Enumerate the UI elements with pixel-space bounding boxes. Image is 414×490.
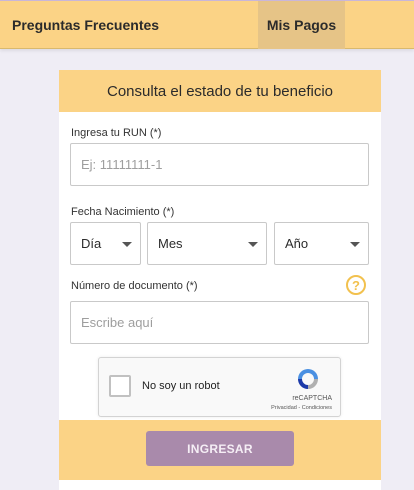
- document-number-field: [70, 301, 369, 344]
- recaptcha-widget: No soy un robot reCAPTCHA Privacidad - C…: [98, 357, 341, 417]
- recaptcha-privacy-links[interactable]: Privacidad - Condiciones: [99, 405, 332, 411]
- recaptcha-checkbox[interactable]: [109, 375, 131, 397]
- document-number-label: Número de documento (*): [71, 280, 198, 292]
- chevron-down-icon: [248, 242, 258, 247]
- top-navbar: Preguntas Frecuentes Mis Pagos: [0, 0, 414, 49]
- benefit-form-card: Consulta el estado de tu beneficio Ingre…: [59, 70, 381, 490]
- day-select-value: Día: [81, 236, 102, 251]
- chevron-down-icon: [122, 242, 132, 247]
- month-select[interactable]: Mes: [147, 222, 267, 265]
- year-select[interactable]: Año: [274, 222, 369, 265]
- run-label: Ingresa tu RUN (*): [71, 127, 162, 139]
- run-input[interactable]: [71, 144, 368, 185]
- document-number-input[interactable]: [71, 302, 368, 343]
- month-select-value: Mes: [158, 236, 183, 251]
- day-select[interactable]: Día: [70, 222, 141, 265]
- form-footer: INGRESAR: [59, 420, 381, 480]
- year-select-value: Año: [285, 236, 309, 251]
- form-title: Consulta el estado de tu beneficio: [59, 70, 381, 112]
- recaptcha-brand: reCAPTCHA: [292, 395, 332, 402]
- recaptcha-label: No soy un robot: [142, 380, 220, 392]
- birth-date-label: Fecha Nacimiento (*): [71, 206, 175, 218]
- run-field: [70, 143, 369, 186]
- nav-faq-link[interactable]: Preguntas Frecuentes: [12, 1, 159, 49]
- recaptcha-logo-icon: [298, 369, 318, 389]
- help-icon[interactable]: ?: [346, 275, 366, 295]
- chevron-down-icon: [350, 242, 360, 247]
- submit-button[interactable]: INGRESAR: [146, 431, 294, 466]
- nav-mis-pagos-link[interactable]: Mis Pagos: [258, 1, 345, 49]
